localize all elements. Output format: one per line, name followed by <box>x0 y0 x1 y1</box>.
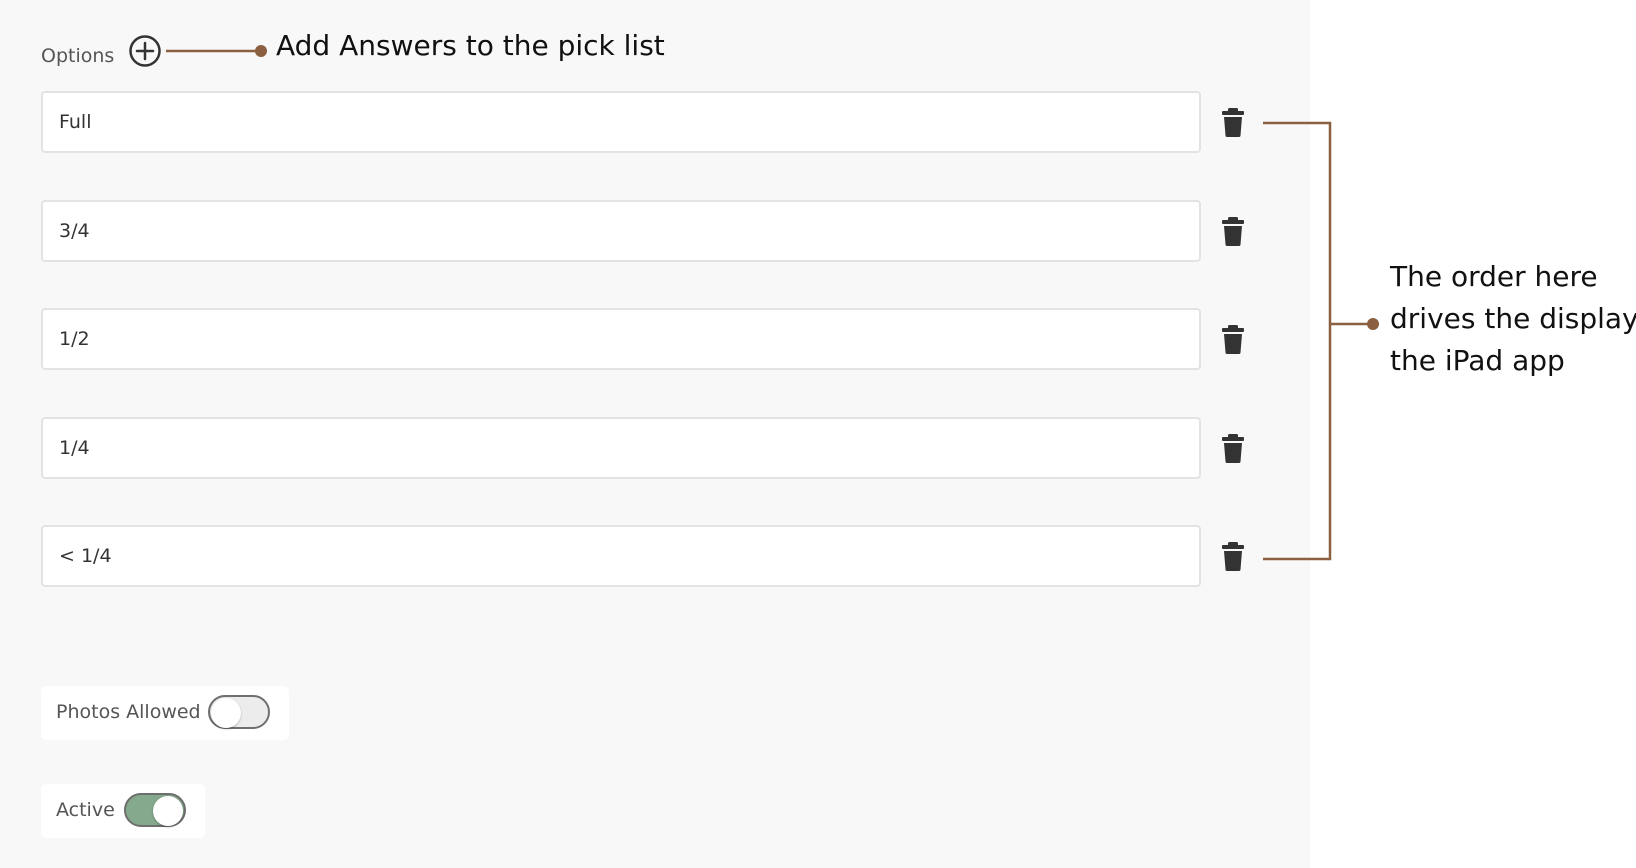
active-toggle[interactable] <box>124 793 186 827</box>
order-annotation-dot <box>1367 318 1379 330</box>
option-input[interactable] <box>41 525 1201 587</box>
toggle-knob <box>153 796 183 826</box>
option-input[interactable] <box>41 308 1201 370</box>
active-setting: Active <box>41 784 205 838</box>
trash-icon <box>1222 217 1244 246</box>
photos-allowed-setting: Photos Allowed <box>41 686 289 740</box>
order-annotation-line: the iPad app <box>1390 344 1565 377</box>
plus-circle-icon <box>129 35 161 67</box>
delete-option-button[interactable] <box>1221 107 1245 137</box>
options-label: Options <box>41 45 115 67</box>
option-input[interactable] <box>41 417 1201 479</box>
add-option-button[interactable] <box>128 34 162 68</box>
photos-allowed-toggle[interactable] <box>208 695 270 729</box>
trash-icon <box>1222 325 1244 354</box>
delete-option-button[interactable] <box>1221 324 1245 354</box>
order-annotation-line: The order here <box>1390 260 1598 293</box>
photos-allowed-label: Photos Allowed <box>56 701 201 723</box>
trash-icon <box>1222 542 1244 571</box>
delete-option-button[interactable] <box>1221 216 1245 246</box>
option-row <box>41 308 1244 372</box>
trash-icon <box>1222 108 1244 137</box>
option-row <box>41 417 1244 481</box>
delete-option-button[interactable] <box>1221 541 1245 571</box>
order-annotation: The order here drives the display the iP… <box>1390 256 1636 382</box>
active-label: Active <box>56 799 115 821</box>
options-panel: Options Full 3/4 1/2 1/4 < 1/4 Photos Al… <box>0 0 1310 868</box>
add-answers-annotation: Add Answers to the pick list <box>276 29 665 62</box>
toggle-knob <box>211 698 241 728</box>
delete-option-button[interactable] <box>1221 433 1245 463</box>
option-row <box>41 525 1244 589</box>
option-row <box>41 91 1244 155</box>
option-input[interactable] <box>41 91 1201 153</box>
order-annotation-line: drives the display <box>1390 302 1636 335</box>
trash-icon <box>1222 434 1244 463</box>
option-row <box>41 200 1244 264</box>
option-input[interactable] <box>41 200 1201 262</box>
